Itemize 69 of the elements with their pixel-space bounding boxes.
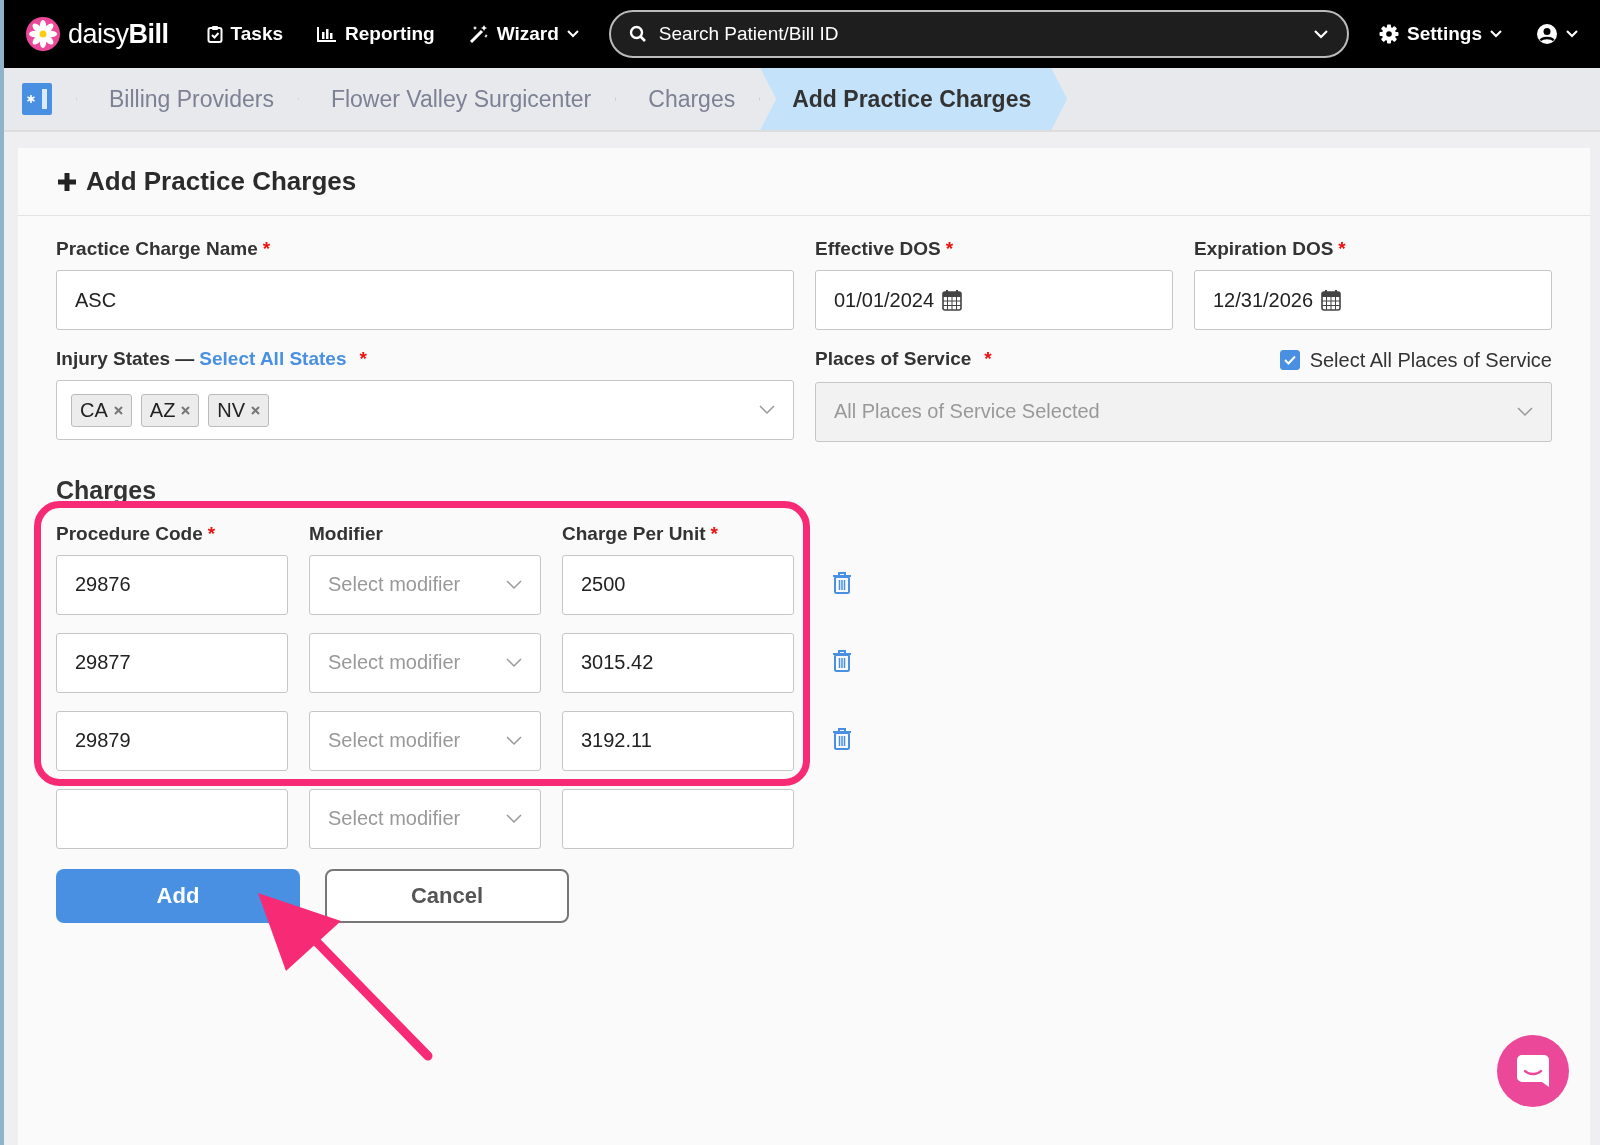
chat-bubble-icon (1516, 1054, 1550, 1088)
caret-icon (1566, 30, 1578, 38)
trash-icon (832, 571, 852, 595)
nav-menu-button[interactable]: Wizard (454, 23, 593, 45)
settings-menu-button[interactable]: Settings (1365, 23, 1516, 45)
settings-icon (1379, 24, 1400, 44)
charge-amount-field[interactable]: 3192.11 (562, 710, 794, 771)
charge-amount-field[interactable]: 3015.42 (562, 632, 794, 693)
check-icon (1283, 355, 1296, 365)
procedure-code-field[interactable]: 29877 (56, 632, 288, 693)
column-label: Procedure Code (56, 522, 203, 545)
chevron-down-icon (759, 405, 775, 415)
date-field[interactable]: 12/31/2026 (1194, 270, 1552, 330)
caret-icon (1313, 29, 1330, 39)
plus-icon (56, 170, 78, 193)
id-card-icon (22, 83, 52, 115)
chevron-down-icon (506, 579, 522, 590)
app-logo-text[interactable]: daisyBill (68, 18, 169, 50)
checkbox-label: Select All Places of Service (1309, 348, 1552, 372)
required-mark: * (262, 238, 271, 260)
nav-menu-button[interactable]: Reporting (303, 23, 449, 45)
card-title: Add Practice Charges (86, 166, 357, 197)
column-label: Modifier (309, 522, 383, 545)
user-icon (1536, 23, 1558, 45)
required-mark: * (359, 348, 367, 370)
text-field[interactable]: ASC (56, 270, 794, 330)
magic-wand-icon (468, 24, 489, 44)
bar-chart-icon (317, 26, 337, 42)
breadcrumb-link[interactable]: Add Practice Charges (760, 68, 1068, 130)
section-heading: Charges (56, 475, 158, 505)
remove-icon (113, 405, 123, 415)
state-tag[interactable]: NV (208, 393, 270, 427)
search-field[interactable]: Search Patient/Bill ID (608, 10, 1350, 58)
chevron-down-icon (506, 735, 522, 746)
charge-amount-field[interactable] (562, 788, 794, 849)
cancel-button[interactable]: Cancel (325, 868, 569, 923)
remove-icon (181, 405, 191, 415)
chevron-down-icon (506, 657, 522, 668)
search-icon (628, 25, 647, 43)
field-label: Expiration DOS (1194, 238, 1334, 260)
required-mark: * (945, 238, 954, 260)
remove-icon (251, 405, 261, 415)
column-label: Charge Per Unit (562, 522, 706, 545)
date-field[interactable]: 01/01/2024 (815, 270, 1173, 330)
required-mark: * (710, 522, 718, 545)
required-mark: * (984, 348, 992, 370)
field-label: Practice Charge Name (56, 238, 258, 260)
procedure-code-field[interactable]: 29876 (56, 554, 288, 615)
procedure-code-field[interactable] (56, 788, 288, 849)
charge-amount-field[interactable]: 2500 (562, 554, 794, 615)
chevron-down-icon (506, 813, 522, 824)
nav-menu-button[interactable]: Tasks (192, 23, 297, 45)
field-label: Injury States — (56, 348, 195, 370)
field-label: Effective DOS (815, 238, 941, 260)
trash-icon (832, 727, 852, 751)
flower-logo-icon (26, 17, 60, 51)
required-mark: * (1338, 238, 1346, 260)
multi-select-field[interactable]: CA AZ NV (56, 380, 794, 440)
procedure-code-field[interactable]: 29879 (56, 710, 288, 771)
calendar-icon (1321, 289, 1342, 311)
state-tag[interactable]: AZ (140, 393, 200, 427)
clipboard-check-icon (206, 25, 223, 43)
caret-icon (1490, 30, 1502, 38)
state-tag[interactable]: CA (71, 393, 132, 427)
trash-icon (832, 649, 852, 673)
required-mark: * (207, 522, 216, 545)
chevron-down-icon (1517, 406, 1533, 417)
calendar-icon (942, 289, 963, 311)
field-label: Places of Service (815, 348, 972, 370)
